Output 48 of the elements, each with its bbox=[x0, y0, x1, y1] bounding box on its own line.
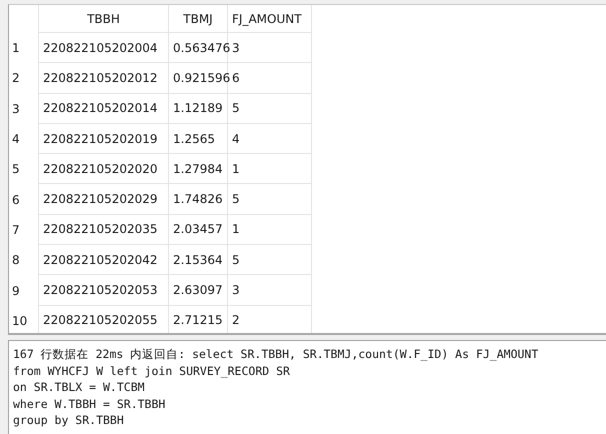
table-cell: 2.63097 bbox=[169, 275, 228, 306]
row-number: 6 bbox=[9, 184, 39, 215]
table-cell: 0.921596 bbox=[169, 63, 228, 94]
row-number: 9 bbox=[9, 275, 39, 306]
table-cell: 220822105202019 bbox=[39, 124, 169, 154]
table-cell: 1.74826 bbox=[169, 184, 228, 215]
table-cell: 6 bbox=[228, 63, 312, 94]
row-number: 5 bbox=[9, 154, 39, 184]
table-cell: 3 bbox=[228, 33, 312, 64]
row-number: 10 bbox=[9, 306, 39, 334]
table-cell: 2.71215 bbox=[169, 306, 228, 334]
table-cell: 1.27984 bbox=[169, 154, 228, 184]
table-cell: 220822105202004 bbox=[39, 33, 169, 64]
row-number: 3 bbox=[9, 94, 39, 124]
row-number: 7 bbox=[9, 214, 39, 246]
table-cell: 5 bbox=[228, 245, 312, 276]
table-cell: 1.2565 bbox=[169, 124, 228, 154]
table-cell: 220822105202012 bbox=[39, 63, 169, 94]
table-cell: 4 bbox=[228, 124, 312, 154]
column-header[interactable]: TBMJ bbox=[169, 5, 228, 33]
table-cell: 220822105202053 bbox=[39, 275, 169, 306]
table-cell: 1.12189 bbox=[169, 94, 228, 124]
table-cell: 5 bbox=[228, 184, 312, 215]
table-cell: 220822105202029 bbox=[39, 184, 169, 215]
table-cell: 3 bbox=[228, 275, 312, 306]
message-line: 167 行数据在 22ms 内返回自: select SR.TBBH, SR.TBMJ,count(W.F_ID) As FJ_AMOUNT bbox=[13, 346, 538, 363]
table-cell: 220822105202035 bbox=[39, 214, 169, 246]
table-cell: 0.563476 bbox=[169, 33, 228, 64]
table-cell: 1 bbox=[228, 154, 312, 184]
message-line: group by SR.TBBH bbox=[13, 412, 124, 429]
column-header[interactable]: FJ_AMOUNT bbox=[228, 5, 312, 33]
message-line: on SR.TBLX = W.TCBM bbox=[13, 379, 145, 396]
table-cell: 2.03457 bbox=[169, 214, 228, 246]
table-cell: 220822105202042 bbox=[39, 245, 169, 276]
table-cell: 2.15364 bbox=[169, 245, 228, 276]
column-header[interactable]: TBBH bbox=[39, 5, 169, 33]
row-number: 8 bbox=[9, 245, 39, 276]
row-number: 4 bbox=[9, 124, 39, 154]
message-line: from WYHCFJ W left join SURVEY_RECORD SR bbox=[13, 362, 290, 380]
table-cell: 220822105202055 bbox=[39, 306, 169, 334]
table-cell: 1 bbox=[228, 214, 312, 246]
message-line: where W.TBBH = SR.TBBH bbox=[13, 396, 166, 412]
table-cell: 2 bbox=[228, 306, 312, 334]
row-number: 1 bbox=[9, 33, 39, 64]
row-number: 2 bbox=[9, 63, 39, 94]
table-cell: 220822105202014 bbox=[39, 94, 169, 124]
table-cell: 5 bbox=[228, 94, 312, 124]
table-cell: 220822105202020 bbox=[39, 154, 169, 184]
